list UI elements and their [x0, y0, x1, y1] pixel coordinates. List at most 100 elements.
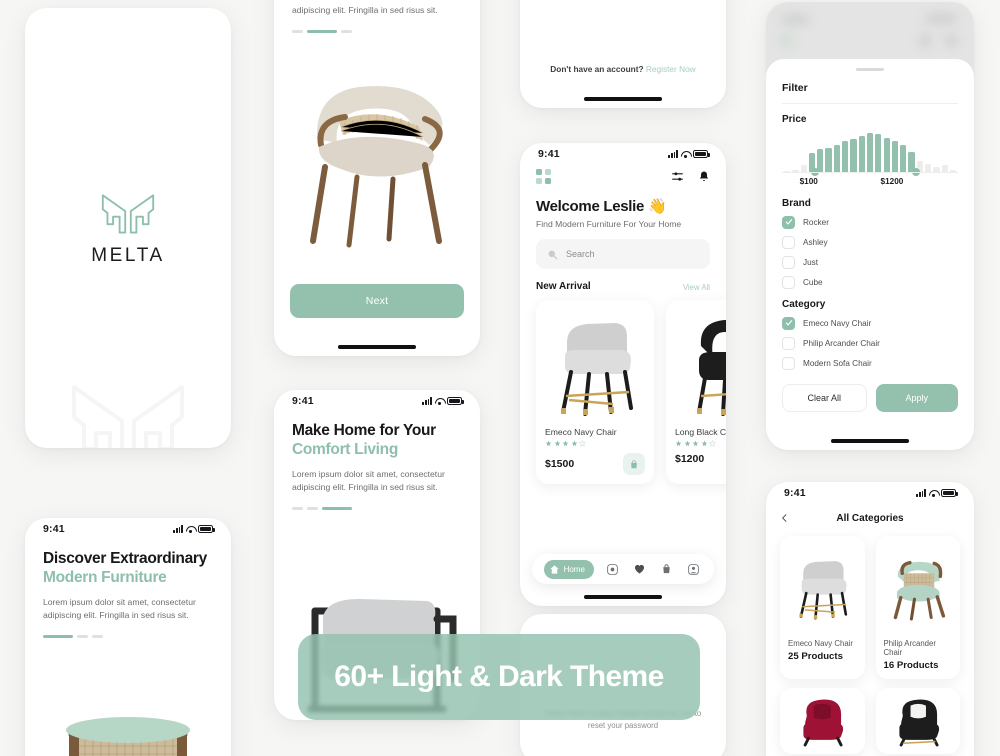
view-all-link[interactable]: View All [683, 283, 710, 292]
wifi-icon [929, 489, 938, 497]
brand-option-row[interactable]: Ashley [782, 235, 958, 249]
category-name: Philip Arcander Chair [883, 639, 936, 657]
onboarding-pagination-dots[interactable] [292, 30, 462, 33]
emeco-navy-chair-image [799, 561, 848, 620]
brand-checkbox[interactable] [782, 255, 795, 269]
notification-bell-icon[interactable] [698, 170, 710, 183]
price-histogram-bar [792, 169, 799, 173]
tab-cart[interactable] [657, 560, 675, 578]
price-max-label: $1200 [880, 176, 904, 186]
pagination-dot-2[interactable] [307, 507, 318, 511]
phone-splash-screen: MELTA [25, 8, 231, 448]
battery-icon [941, 489, 958, 497]
phone-login-screen: Don't have an account? Register Now [520, 0, 726, 108]
product-rating [545, 440, 645, 447]
product-carousel[interactable]: Emeco Navy Chair $1500 Long Black C $120… [520, 292, 726, 484]
brand-heading: Brand [782, 197, 811, 209]
price-histogram-bar [866, 132, 874, 173]
brand-option-row[interactable]: Rocker [782, 215, 958, 229]
status-time: 9:41 [784, 487, 806, 499]
category-card[interactable]: Emeco Navy Chair 25 Products [780, 536, 865, 679]
battery-icon [198, 525, 215, 533]
cellular-signal-icon [916, 489, 926, 497]
price-histogram-bar [941, 165, 948, 173]
star-filled-icon [562, 440, 569, 447]
category-card[interactable]: Philip Arcander Chair 16 Products [875, 536, 960, 679]
category-checkbox[interactable] [782, 316, 795, 330]
tab-favorites[interactable] [630, 560, 648, 578]
register-now-link[interactable]: Register Now [646, 64, 696, 74]
register-prompt-text: Don't have an account? [550, 64, 644, 74]
tab-explore[interactable] [603, 560, 621, 578]
bottom-tab-bar[interactable]: Home [532, 554, 714, 584]
brand-checkbox[interactable] [782, 215, 795, 229]
brand-option-row[interactable]: Just [782, 255, 958, 269]
star-filled-icon [571, 440, 577, 447]
brand-option-row[interactable]: Cube [782, 275, 958, 289]
category-card[interactable] [875, 688, 960, 754]
sliders-filter-icon[interactable] [671, 170, 684, 183]
onboarding-pagination-dots[interactable] [292, 507, 462, 511]
philip-arcander-chair-image [893, 560, 945, 621]
filter-title: Filter [782, 81, 808, 94]
price-histogram-bar [883, 137, 890, 173]
brand-checkbox[interactable] [782, 235, 795, 249]
page-title: All Categories [836, 512, 904, 524]
product-price: $1200 [675, 453, 705, 465]
category-name: Emeco Navy Chair [788, 639, 853, 648]
pagination-dot-3[interactable] [341, 30, 352, 33]
pagination-dot-1[interactable] [292, 507, 303, 511]
category-option-row[interactable]: Philip Arcander Chair [782, 336, 958, 350]
price-range-min-knob[interactable] [811, 167, 820, 176]
home-icon [549, 564, 559, 574]
product-card[interactable]: Emeco Navy Chair $1500 [536, 300, 654, 484]
blurred-grid-icon [780, 34, 793, 47]
cellular-signal-icon [173, 525, 183, 533]
pagination-dot-2[interactable] [77, 635, 88, 639]
category-card[interactable] [780, 688, 865, 754]
black-bar-stool-image [898, 699, 939, 747]
cellular-signal-icon [668, 150, 678, 158]
category-label: Emeco Navy Chair [803, 318, 872, 328]
grid-menu-icon[interactable] [536, 169, 551, 184]
category-option-row[interactable]: Emeco Navy Chair [782, 316, 958, 330]
bag-icon [663, 564, 670, 574]
price-histogram-bar [858, 136, 865, 173]
star-filled-icon [692, 440, 699, 447]
category-checkbox[interactable] [782, 356, 795, 370]
product-card[interactable]: Long Black Chair $1200 [666, 300, 726, 484]
tab-home[interactable]: Home [543, 559, 594, 579]
clear-all-button[interactable]: Clear All [782, 383, 867, 412]
category-label: Philip Arcander Chair [803, 338, 880, 348]
pagination-dot-1[interactable] [43, 635, 73, 639]
cream-rattan-chair-image [310, 86, 443, 248]
tab-profile[interactable] [684, 560, 702, 578]
brand-checkbox[interactable] [782, 275, 795, 289]
price-range-histogram[interactable] [782, 129, 958, 176]
wifi-icon [681, 150, 690, 158]
pagination-dot-3[interactable] [322, 507, 352, 511]
search-input[interactable]: Search [536, 239, 710, 269]
pagination-dot-1[interactable] [292, 30, 303, 33]
tab-home-label: Home [563, 564, 585, 574]
onboarding-pagination-dots[interactable] [43, 635, 213, 639]
category-option-row[interactable]: Modern Sofa Chair [782, 356, 958, 370]
price-histogram-bar [842, 141, 849, 173]
onboarding-body-text: Lorem ipsum dolor sit amet, consectetur … [43, 596, 196, 621]
price-range-max-knob[interactable] [911, 167, 920, 176]
pagination-dot-2[interactable] [307, 30, 337, 33]
sheet-grabber-handle[interactable] [856, 68, 884, 71]
brand-wordmark: MELTA [91, 244, 165, 266]
search-placeholder: Search [566, 249, 595, 259]
explore-icon [606, 563, 618, 575]
pagination-dot-3[interactable] [92, 635, 103, 639]
category-checkbox[interactable] [782, 336, 795, 350]
category-label: Modern Sofa Chair [803, 358, 872, 368]
next-button[interactable]: Next [290, 284, 464, 318]
home-indicator [584, 97, 662, 101]
product-name: Long Black Chair [675, 427, 726, 437]
apply-button[interactable]: Apply [875, 383, 958, 412]
price-heading: Price [782, 113, 807, 125]
add-to-bag-button[interactable] [623, 453, 645, 475]
status-time: 9:41 [292, 395, 314, 407]
